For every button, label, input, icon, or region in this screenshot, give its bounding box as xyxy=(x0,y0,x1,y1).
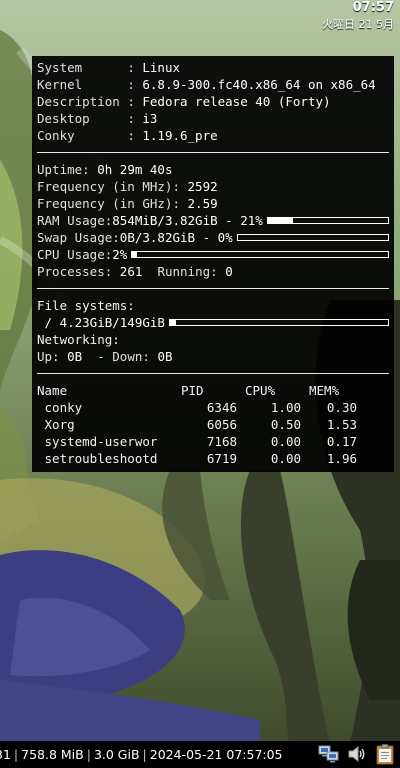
freq-ghz-value: 2.59 xyxy=(187,196,218,211)
swap-value: 0B/3.82GiB - 0% xyxy=(119,230,233,245)
kernel-row: Kernel : 6.8.9-300.fc40.x86_64 on x86_64 xyxy=(37,77,376,92)
conky-version-value: 1.19.6_pre xyxy=(142,128,218,143)
separator xyxy=(37,152,389,153)
swap-usage-bar xyxy=(236,234,389,241)
desktop: 07:57 火曜日 21 5月 System : Linux Kernel : … xyxy=(0,0,400,768)
cpu-usage-fill xyxy=(132,252,138,257)
swap-row: Swap Usage: 0B/3.82GiB - 0% xyxy=(37,229,389,246)
process-cpu: 0.00 xyxy=(270,434,301,449)
separator xyxy=(37,373,389,374)
conky-panel: System : Linux Kernel : 6.8.9-300.fc40.x… xyxy=(32,56,394,472)
fs-root-row: / 4.23GiB/149GiB xyxy=(37,314,389,331)
fs-root-usage-fill xyxy=(169,320,177,325)
process-name: setroubleshootd xyxy=(37,451,158,466)
desktop-value: i3 xyxy=(142,111,158,126)
conky-version-row: Conky : 1.19.6_pre xyxy=(37,128,218,143)
process-mem: 1.53 xyxy=(326,417,357,432)
clipboard-icon[interactable] xyxy=(374,743,396,765)
cpu-row: CPU Usage: 2% xyxy=(37,246,389,263)
processes-value: 261 xyxy=(119,264,143,279)
col-cpu-header: CPU% xyxy=(245,383,276,398)
fs-root-value: / 4.23GiB/149GiB xyxy=(37,315,165,330)
col-mem-header: MEM% xyxy=(309,383,340,398)
up-value: 0B xyxy=(67,349,83,364)
fs-title: File systems: xyxy=(37,298,135,313)
kernel-value: 6.8.9-300.fc40.x86_64 on x86_64 xyxy=(142,77,376,92)
ram-label: RAM Usage: xyxy=(37,213,113,228)
description-value: Fedora release 40 (Forty) xyxy=(142,94,331,109)
process-pid: 6719 xyxy=(206,451,237,466)
uptime-label: Uptime: xyxy=(37,162,90,177)
status-blocks: 31|758.8 MiB|3.0 GiB|2024-05-21 07:57:05 xyxy=(0,747,286,762)
freq-mhz-value: 2592 xyxy=(187,179,218,194)
process-name: Xorg xyxy=(37,417,75,432)
table-row: systemd-userwor 7168 0.00 0.17 xyxy=(37,433,389,450)
processes-label: Processes: xyxy=(37,264,113,279)
desktop-clock: 07:57 火曜日 21 5月 xyxy=(322,0,394,32)
kernel-key: Kernel xyxy=(37,77,120,92)
processes-row: Processes: 261 Running: 0 xyxy=(37,263,389,280)
table-row: conky 6346 1.00 0.30 xyxy=(37,399,389,416)
up-label: Up: xyxy=(37,349,60,364)
freq-mhz-row: Frequency (in MHz): 2592 xyxy=(37,178,389,195)
process-name: systemd-userwor xyxy=(37,434,158,449)
ram-usage-fill xyxy=(267,218,294,223)
status-disk-block: 3.0 GiB xyxy=(93,747,140,762)
fs-root-usage-bar xyxy=(168,319,389,326)
ram-row: RAM Usage: 854MiB/3.82GiB - 21% xyxy=(37,212,389,229)
system-value: Linux xyxy=(142,60,181,75)
running-value: 0 xyxy=(225,264,233,279)
status-bar: 31|758.8 MiB|3.0 GiB|2024-05-21 07:57:05 xyxy=(0,741,400,768)
process-mem: 0.30 xyxy=(326,400,357,415)
table-row: Xorg 6056 0.50 1.53 xyxy=(37,416,389,433)
status-ram-block: 758.8 MiB xyxy=(21,747,84,762)
desktop-key: Desktop xyxy=(37,111,120,126)
process-mem: 0.17 xyxy=(326,434,357,449)
system-row: System : Linux xyxy=(37,60,181,75)
down-value: 0B xyxy=(157,349,173,364)
cpu-usage-bar xyxy=(131,251,389,258)
process-mem: 1.96 xyxy=(326,451,357,466)
col-name-header: Name xyxy=(37,383,68,398)
status-cut-block: 31 xyxy=(0,747,11,762)
conky-key: Conky xyxy=(37,128,120,143)
freq-mhz-label: Frequency (in MHz): xyxy=(37,179,180,194)
uptime-value: 0h 29m 40s xyxy=(97,162,173,177)
clock-date: 火曜日 21 5月 xyxy=(322,18,394,31)
separator xyxy=(37,288,389,289)
uptime-row: Uptime: 0h 29m 40s xyxy=(37,161,389,178)
volume-icon[interactable] xyxy=(346,743,368,765)
network-row: Up: 0B - Down: 0B xyxy=(37,348,389,365)
ram-usage-bar xyxy=(266,217,389,224)
col-pid-header: PID xyxy=(181,383,204,398)
freq-ghz-label: Frequency (in GHz): xyxy=(37,196,180,211)
process-pid: 7168 xyxy=(206,434,237,449)
ram-value: 854MiB/3.82GiB - 21% xyxy=(112,213,263,228)
table-row: setroubleshootd 6719 0.00 1.96 xyxy=(37,450,389,467)
desktop-row: Desktop : i3 xyxy=(37,111,158,126)
status-datetime-block: 2024-05-21 07:57:05 xyxy=(149,747,283,762)
description-key: Description xyxy=(37,94,120,109)
process-pid: 6346 xyxy=(206,400,237,415)
process-cpu: 0.00 xyxy=(270,451,301,466)
system-key: System xyxy=(37,60,120,75)
process-cpu: 1.00 xyxy=(270,400,301,415)
system-tray xyxy=(318,743,396,765)
clock-time: 07:57 xyxy=(352,0,394,15)
cpu-label: CPU Usage: xyxy=(37,247,113,262)
swap-label: Swap Usage: xyxy=(37,230,120,245)
process-table-header: Name PID CPU% MEM% xyxy=(37,382,389,399)
freq-ghz-row: Frequency (in GHz): 2.59 xyxy=(37,195,389,212)
cpu-value: 2% xyxy=(112,247,128,262)
process-name: conky xyxy=(37,400,83,415)
networking-label: Networking: xyxy=(37,332,120,347)
down-label: - Down: xyxy=(97,349,150,364)
network-icon[interactable] xyxy=(318,743,340,765)
running-label: Running: xyxy=(157,264,218,279)
process-cpu: 0.50 xyxy=(270,417,301,432)
process-pid: 6056 xyxy=(206,417,237,432)
description-row: Description : Fedora release 40 (Forty) xyxy=(37,94,331,109)
